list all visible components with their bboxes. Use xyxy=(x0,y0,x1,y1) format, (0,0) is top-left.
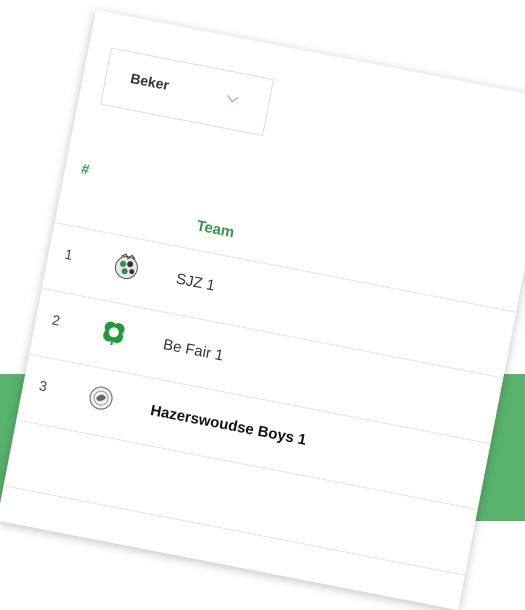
rank-column-header[interactable]: # xyxy=(80,160,91,177)
standings-card: Beker # Team 1 SJZ 1 2 Be Fair 1 3 Hazer… xyxy=(0,10,525,610)
team-column-header[interactable]: Team xyxy=(195,217,236,241)
hazerswoudse-boys-club-logo xyxy=(89,386,113,410)
team-name[interactable]: SJZ 1 xyxy=(175,270,217,294)
team-name[interactable]: Hazerswoudse Boys 1 xyxy=(149,402,308,449)
chevron-down-icon xyxy=(227,91,239,103)
be-fair-club-logo xyxy=(103,321,125,346)
competition-select[interactable]: Beker xyxy=(100,47,275,137)
sjz-club-logo xyxy=(114,253,138,280)
competition-select-value: Beker xyxy=(129,70,171,94)
standings-table: # Team 1 SJZ 1 2 Be Fair 1 3 Hazerswouds… xyxy=(3,157,525,576)
row-rank: 3 xyxy=(37,377,49,395)
row-rank: 2 xyxy=(50,311,62,329)
row-rank: 1 xyxy=(63,245,75,263)
team-name[interactable]: Be Fair 1 xyxy=(162,336,225,364)
